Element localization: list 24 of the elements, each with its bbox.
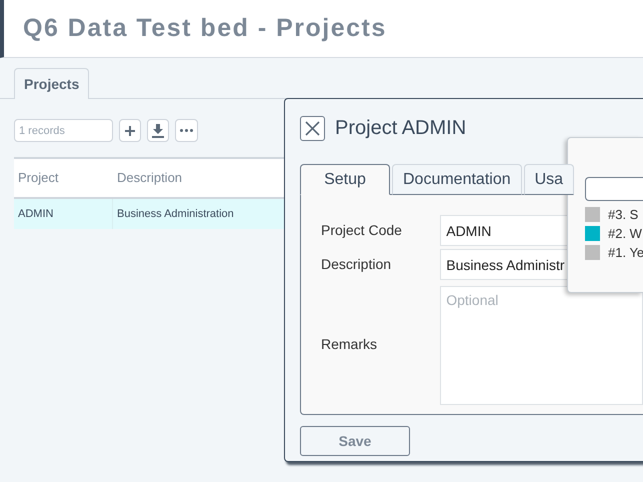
download-icon — [152, 124, 164, 138]
more-button[interactable] — [175, 119, 198, 142]
close-button[interactable] — [300, 116, 325, 140]
add-button[interactable] — [119, 119, 141, 142]
tab[interactable]: Projects — [14, 68, 90, 99]
download-button[interactable] — [147, 119, 169, 142]
remarks-field[interactable]: Optional — [440, 286, 643, 405]
column-header[interactable]: Project — [14, 168, 113, 188]
table-cell-text: Business Administration — [116, 207, 235, 222]
plus-icon — [124, 124, 136, 136]
records-field[interactable]: 1 records — [14, 119, 113, 142]
field-label: Description — [321, 255, 392, 274]
tab[interactable]: Usa — [524, 164, 574, 195]
list-item[interactable]: #2. W — [608, 224, 642, 244]
field-label: Remarks — [321, 334, 378, 354]
more-icon — [180, 129, 193, 132]
tab[interactable]: Setup — [300, 164, 390, 195]
search-field[interactable] — [585, 177, 643, 201]
tab[interactable]: Documentation — [392, 164, 522, 195]
table-cell: ADMIN — [14, 199, 113, 229]
field-label: Project Code — [321, 221, 403, 240]
dialog-title: Project ADMIN — [335, 116, 466, 141]
close-icon — [305, 120, 320, 136]
page-title: Q6 Data Test bed - Projects — [23, 12, 387, 44]
